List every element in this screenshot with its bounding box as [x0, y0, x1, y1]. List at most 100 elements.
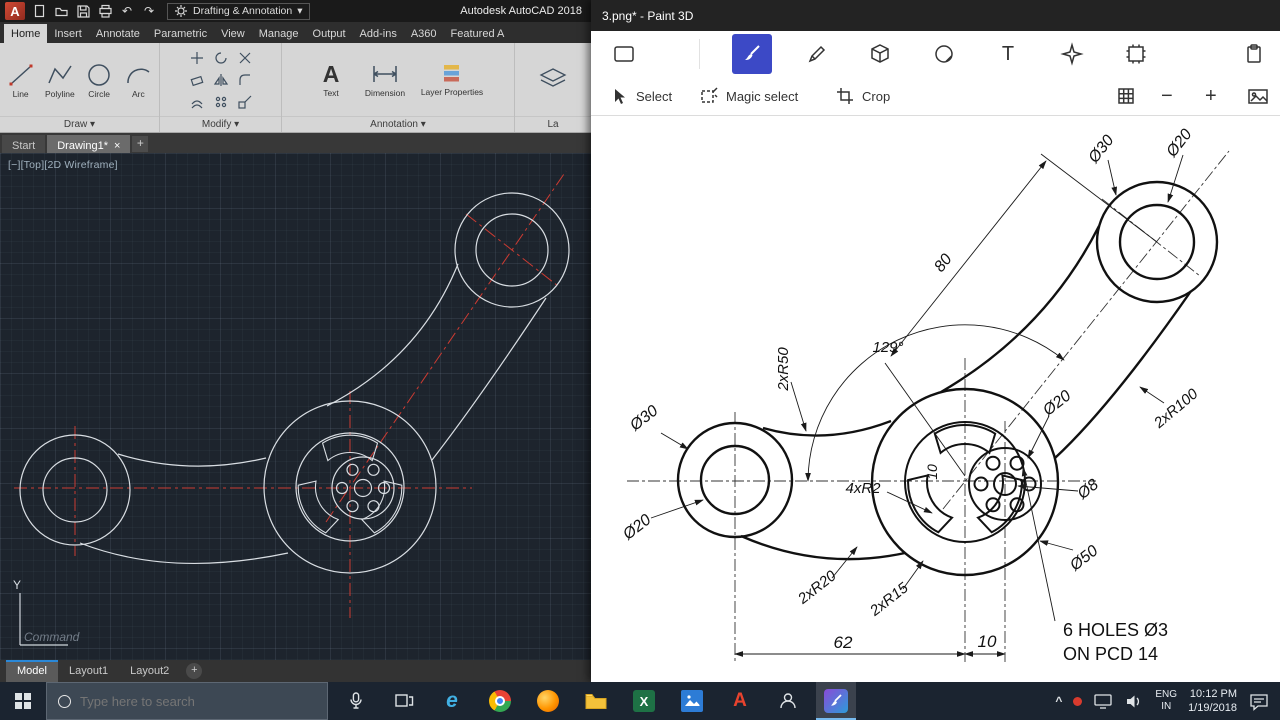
open-folder-icon[interactable] [53, 3, 69, 19]
search-input[interactable] [80, 693, 300, 709]
layer-stack-icon[interactable] [538, 65, 568, 95]
tab-addins[interactable]: Add-ins [353, 24, 404, 43]
select-label: Select [636, 88, 673, 104]
close-icon[interactable]: × [114, 140, 120, 152]
scale-icon[interactable] [237, 94, 253, 110]
annotation-panel-label[interactable]: Annotation ▾ [282, 116, 514, 132]
paint3d-taskbar-icon[interactable] [816, 682, 856, 720]
start-button[interactable] [0, 682, 46, 720]
circle-tool[interactable]: Circle [83, 60, 116, 99]
offset-icon[interactable] [189, 94, 205, 110]
mirror-icon[interactable] [213, 72, 229, 88]
layer-properties-tool[interactable]: Layer Properties [420, 62, 484, 97]
tab-output[interactable]: Output [306, 24, 353, 43]
edge-icon[interactable]: e [432, 682, 472, 720]
tab-layout2[interactable]: Layout2 [119, 660, 180, 682]
plot-printer-icon[interactable] [97, 3, 113, 19]
hub-details [904, 421, 1042, 543]
polyline-tool[interactable]: Polyline [43, 60, 76, 99]
move-icon[interactable] [189, 50, 205, 66]
fillet-icon[interactable] [237, 72, 253, 88]
dim-2xr20: 2xR20 [794, 567, 840, 608]
trim-icon[interactable] [237, 50, 253, 66]
add-layout-button[interactable]: + [186, 663, 203, 679]
file-explorer-icon[interactable] [576, 682, 616, 720]
brushes-tool[interactable] [732, 34, 772, 74]
arc-tool[interactable]: Arc [122, 60, 155, 99]
dim-d30-top: Ø30 [1085, 132, 1118, 167]
microphone-icon[interactable] [336, 682, 376, 720]
action-center-icon[interactable] [1248, 691, 1270, 711]
draw-panel-label[interactable]: Draw ▾ [0, 116, 159, 132]
save-icon[interactable] [75, 3, 91, 19]
tray-expand-icon[interactable]: ^ [1055, 694, 1062, 708]
pencil-tool[interactable] [804, 41, 830, 67]
crop-button[interactable]: Crop [835, 76, 890, 116]
workspace-selector[interactable]: Drafting & Annotation ▾ [167, 2, 310, 20]
monitor-icon[interactable] [1093, 692, 1113, 710]
tab-view[interactable]: View [214, 24, 252, 43]
note-line2: ON PCD 14 [1063, 644, 1158, 664]
zoom-out-button[interactable]: − [1161, 76, 1173, 116]
rotate-icon[interactable] [213, 50, 229, 66]
people-icon[interactable] [768, 682, 808, 720]
dimension-tool[interactable]: Dimension [356, 61, 414, 98]
excel-icon[interactable]: X [624, 682, 664, 720]
notification-badge-icon[interactable] [1073, 696, 1083, 706]
new-file-icon[interactable] [31, 3, 47, 19]
tab-a360[interactable]: A360 [404, 24, 444, 43]
zoom-in-button[interactable]: + [1205, 76, 1217, 116]
tab-featured-apps[interactable]: Featured A [444, 24, 512, 43]
region-code: IN [1161, 701, 1172, 712]
autocad-taskbar-icon[interactable]: A [720, 682, 760, 720]
array-icon[interactable] [213, 94, 229, 110]
speaker-icon[interactable] [1124, 692, 1144, 710]
select-button[interactable]: Select [609, 76, 672, 116]
command-line[interactable]: Command [24, 630, 79, 644]
autocad-model-canvas[interactable]: [−][Top][2D Wireframe] Y Command [0, 153, 591, 660]
magic-select-icon [701, 87, 718, 103]
autocad-app-icon[interactable]: A [5, 2, 25, 20]
magic-select-button[interactable]: Magic select [699, 76, 798, 116]
taskbar-clock[interactable]: 10:12 PM 1/19/2018 [1188, 687, 1237, 716]
dim-2xr50: 2xR50 [775, 347, 792, 392]
text-tool[interactable]: T [995, 41, 1021, 67]
paint3d-canvas[interactable]: 62 10 80 129° 2xR50 Ø30 Ø20 4xR2 10 Ø20 … [591, 116, 1280, 682]
firefox-icon[interactable] [528, 682, 568, 720]
tab-layout1[interactable]: Layout1 [58, 660, 119, 682]
undo-icon[interactable]: ↶ [119, 3, 135, 19]
text-tool[interactable]: A Text [312, 61, 350, 98]
tab-insert[interactable]: Insert [47, 24, 89, 43]
erase-icon[interactable] [189, 72, 205, 88]
line-tool[interactable]: Line [4, 60, 37, 99]
tab-home[interactable]: Home [4, 24, 48, 43]
3d-shapes-tool[interactable] [867, 41, 893, 67]
taskbar-search[interactable] [46, 682, 328, 720]
layers-panel-label[interactable]: La [515, 116, 591, 132]
engineering-drawing: 62 10 80 129° 2xR50 Ø30 Ø20 4xR2 10 Ø20 … [619, 126, 1230, 664]
file-tab-start[interactable]: Start [2, 135, 46, 153]
canvas-tool[interactable] [1123, 41, 1149, 67]
dimension-lines [650, 153, 1184, 657]
redo-icon[interactable]: ↷ [141, 3, 157, 19]
tab-manage[interactable]: Manage [252, 24, 306, 43]
grid-icon [1118, 88, 1134, 104]
tab-model[interactable]: Model [6, 660, 58, 682]
chrome-icon[interactable] [480, 682, 520, 720]
language-indicator[interactable]: ENG IN [1155, 689, 1177, 714]
grid-toggle[interactable] [1116, 76, 1136, 116]
task-view-icon[interactable] [384, 682, 424, 720]
file-tab-drawing1[interactable]: Drawing1* × [47, 135, 131, 153]
new-drawing-tab-button[interactable]: + [132, 136, 149, 152]
tab-annotate[interactable]: Annotate [89, 24, 147, 43]
stickers-tool[interactable] [931, 41, 957, 67]
effects-tool[interactable] [1059, 41, 1085, 67]
image-fit-button[interactable] [1247, 76, 1269, 116]
tab-parametric[interactable]: Parametric [147, 24, 214, 43]
paste-icon[interactable] [1241, 41, 1267, 67]
modify-panel-label[interactable]: Modify ▾ [160, 116, 281, 132]
layer-properties-label: Layer Properties [420, 87, 484, 97]
photos-icon[interactable] [672, 682, 712, 720]
autocad-window: A ↶ ↷ Drafting & Annotation ▾ Autodesk A… [0, 0, 591, 682]
menu-board-icon[interactable] [611, 41, 637, 67]
